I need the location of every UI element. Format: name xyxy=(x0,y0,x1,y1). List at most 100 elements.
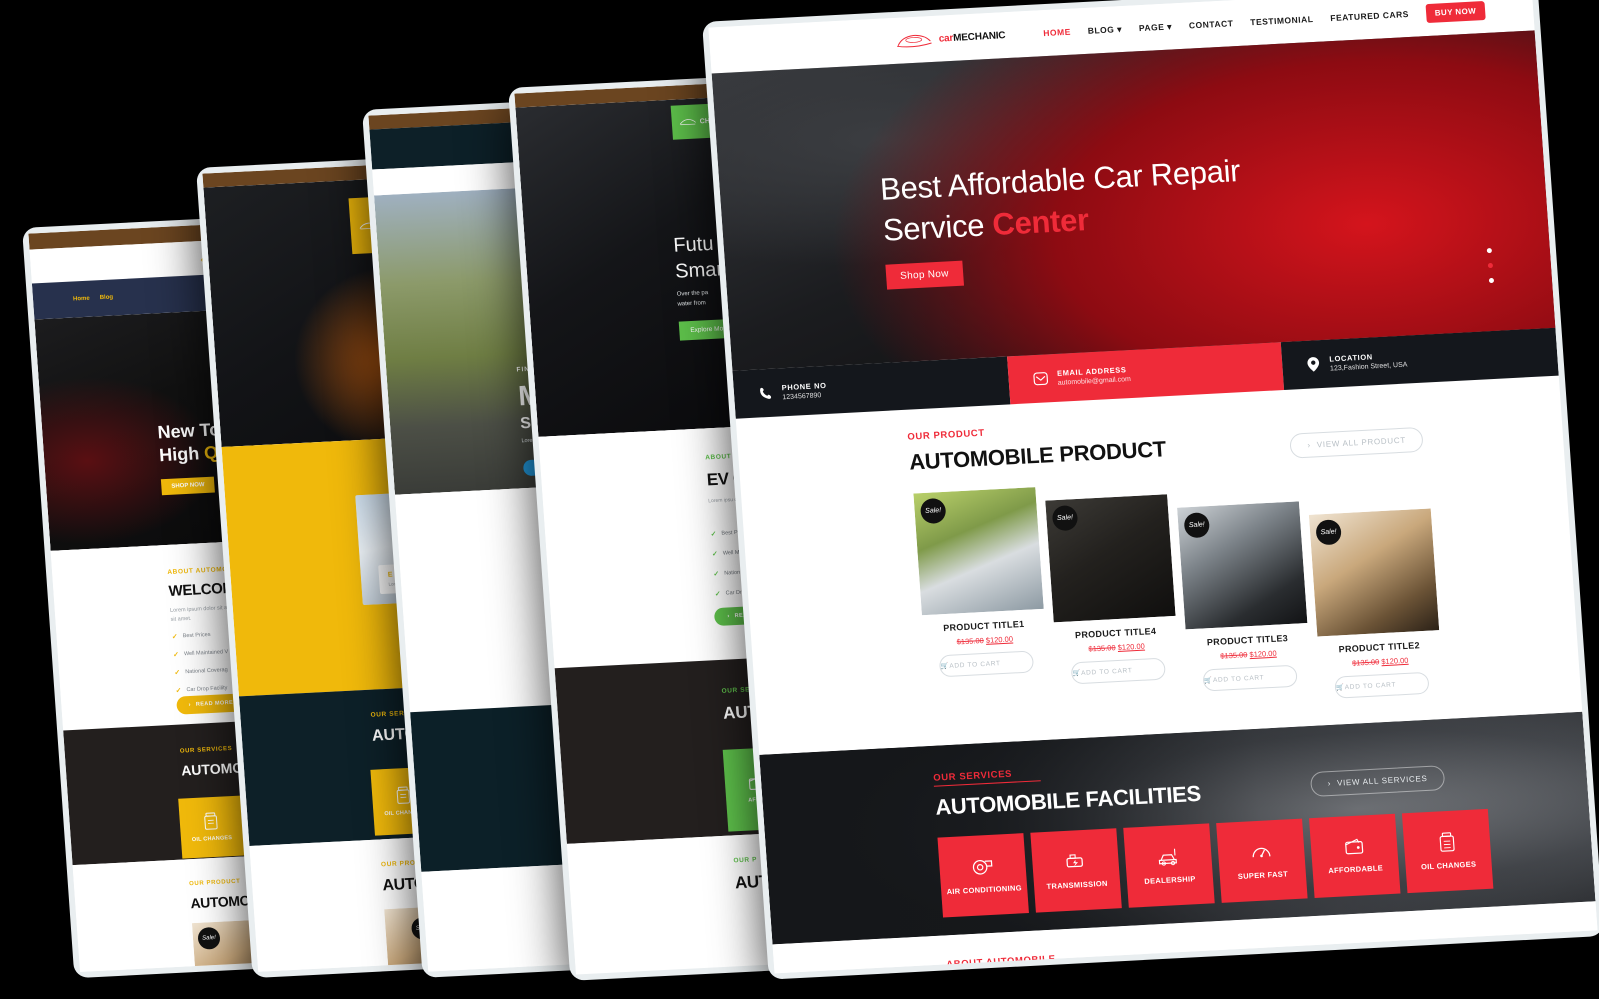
about-eyebrow: ABOUT AUTOMOBILE xyxy=(945,953,1056,971)
phone-icon xyxy=(760,387,772,399)
contact-location-value: 123,Fashion Street, USA xyxy=(1329,361,1408,373)
service-tile-label: DEALERSHIP xyxy=(1144,874,1196,886)
product-title-text: PRODUCT TITLE4 xyxy=(1074,625,1157,641)
contact-phone-value: 1234567890 xyxy=(782,392,822,402)
chevron-right-icon: › xyxy=(1327,779,1332,789)
add-to-cart-button[interactable]: 🛒ADD TO CART xyxy=(1070,657,1166,685)
wallet-icon xyxy=(1345,838,1364,855)
check-icon: ✓ xyxy=(714,590,721,599)
car-logo-icon xyxy=(679,119,696,126)
service-tile-transmission[interactable]: TRANSMISSION xyxy=(1030,828,1122,913)
hero-shop-now-button[interactable]: Shop Now xyxy=(885,260,964,290)
speedometer-icon xyxy=(1252,847,1271,858)
nav-item-page[interactable]: PAGE ▾ xyxy=(1139,21,1173,34)
back4-hero-line1: Futu xyxy=(672,232,715,257)
back1-products-eyebrow: OUR PRODUCT xyxy=(188,878,241,888)
site-logo[interactable]: carMECHANIC xyxy=(893,25,1006,52)
service-tile-label: AIR CONDITIONING xyxy=(946,883,1023,897)
nav-item-home[interactable]: HOME xyxy=(1043,27,1071,38)
back1-service-tile-label: OIL CHANGES xyxy=(191,835,233,844)
hero-banner: Best Affordable Car Repair Service Cente… xyxy=(711,30,1556,371)
product-card[interactable]: Sale! PRODUCT TITLE1 $135.00 $120.00 🛒AD… xyxy=(913,487,1051,720)
back1-service-tile-oil[interactable]: OIL CHANGES xyxy=(178,795,245,859)
product-price: $135.00 $120.00 xyxy=(924,633,1046,648)
service-tile-super-fast[interactable]: SUPER FAST xyxy=(1216,818,1308,903)
product-thumb[interactable]: Sale! xyxy=(1045,494,1176,623)
back4-feature-0: Best P xyxy=(721,529,738,537)
car-wash-icon xyxy=(1158,848,1177,866)
product-old-price: $135.00 xyxy=(1351,657,1380,668)
product-thumb[interactable]: Sale! xyxy=(1308,508,1440,637)
back1-feature-1: Well Maintained V xyxy=(183,649,229,658)
add-to-cart-label: ADD TO CART xyxy=(1080,667,1133,677)
chevron-down-icon: ▾ xyxy=(1113,23,1123,34)
product-thumb[interactable]: Sale! xyxy=(1177,501,1308,630)
product-card[interactable]: Sale! PRODUCT TITLE2 $135.00 $120.00 🛒AD… xyxy=(1308,508,1444,699)
product-thumb[interactable]: Sale! xyxy=(913,487,1044,616)
service-tile-label: TRANSMISSION xyxy=(1046,878,1108,892)
location-pin-icon xyxy=(1307,357,1320,372)
product-new-price: $120.00 xyxy=(985,634,1014,645)
check-icon: ✓ xyxy=(713,570,720,579)
chevron-down-icon: ▾ xyxy=(1163,20,1173,32)
back4-hero-body-2: water from xyxy=(677,300,707,308)
showcase-stage: AutoMOBILE Home Blog New Top High Qu SHO… xyxy=(0,0,1599,999)
product-card[interactable]: Sale! PRODUCT TITLE4 $135.00 $120.00 🛒AD… xyxy=(1045,494,1182,713)
service-tile-dealership[interactable]: DEALERSHIP xyxy=(1123,823,1215,908)
service-tile-label: SUPER FAST xyxy=(1237,869,1289,881)
back4-feature-3: Car Dr xyxy=(725,589,743,597)
back1-about-cta-label: READ MORE xyxy=(195,699,234,708)
back1-nav-home[interactable]: Home xyxy=(73,296,90,303)
back4-products-eyebrow: OUR P xyxy=(733,856,758,865)
chevron-right-icon: › xyxy=(1307,440,1312,450)
add-to-cart-label: ADD TO CART xyxy=(1212,674,1265,685)
carousel-dot-3[interactable] xyxy=(1488,277,1495,284)
back4-hero-body: Over the pa water from xyxy=(676,288,709,310)
product-title-text: PRODUCT TITLE3 xyxy=(1206,633,1289,648)
product-old-price: $135.00 xyxy=(956,636,985,647)
service-tile-affordable[interactable]: AFFORDABLE xyxy=(1309,813,1401,899)
check-icon: ✓ xyxy=(171,633,179,641)
screen-carmechanic-main[interactable]: carMECHANIC HOME BLOG ▾ PAGE ▾ CONTACT T… xyxy=(702,0,1599,980)
product-old-price: $135.00 xyxy=(1088,643,1116,654)
service-tile-air-conditioning[interactable]: AIR CONDITIONING xyxy=(937,833,1029,918)
nav-item-testimonial[interactable]: TESTIMONIAL xyxy=(1250,14,1314,27)
product-new-price: $120.00 xyxy=(1381,655,1409,667)
hero-line2-plain: Service xyxy=(881,206,994,248)
back4-feature-2: Nation xyxy=(724,569,741,577)
back1-services-eyebrow: OUR SERVICES xyxy=(179,745,233,755)
nav-item-contact[interactable]: CONTACT xyxy=(1189,18,1234,30)
back1-feature-3: Car Drop Facility xyxy=(186,685,228,694)
back4-feature-1: Well M xyxy=(722,549,740,557)
product-new-price: $120.00 xyxy=(1249,648,1277,660)
check-icon: ✓ xyxy=(172,651,180,659)
engine-bolt-icon xyxy=(1066,854,1083,868)
product-price: $135.00 $120.00 xyxy=(1055,640,1177,655)
check-icon: ✓ xyxy=(175,687,182,695)
product-title-text: PRODUCT TITLE2 xyxy=(1338,640,1421,655)
nav-item-featured-cars[interactable]: FEATURED CARS xyxy=(1330,9,1409,23)
back1-nav-blog[interactable]: Blog xyxy=(100,294,114,301)
carousel-dot-2-active[interactable] xyxy=(1487,262,1494,269)
back1-hero-cta[interactable]: SHOP NOW xyxy=(160,476,216,496)
hero-heading: Best Affordable Car Repair Service Cente… xyxy=(879,151,1245,251)
nav-item-blog[interactable]: BLOG ▾ xyxy=(1087,24,1122,37)
product-new-price: $120.00 xyxy=(1117,641,1146,652)
add-to-cart-button[interactable]: 🛒ADD TO CART xyxy=(1334,671,1430,699)
carousel-dot-1[interactable] xyxy=(1486,247,1493,254)
contact-phone-label: PHONE NO xyxy=(781,380,827,393)
add-to-cart-label: ADD TO CART xyxy=(1344,681,1397,692)
back4-services-eyebrow: OUR SE xyxy=(721,686,751,695)
add-to-cart-button[interactable]: 🛒ADD TO CART xyxy=(1202,664,1298,692)
envelope-icon xyxy=(1033,372,1048,386)
view-all-product-label: VIEW ALL PRODUCT xyxy=(1316,435,1407,450)
add-to-cart-button[interactable]: 🛒ADD TO CART xyxy=(938,650,1035,678)
product-card[interactable]: Sale! PRODUCT TITLE3 $135.00 $120.00 🛒AD… xyxy=(1177,501,1313,706)
check-icon: ✓ xyxy=(710,530,717,539)
buy-now-button[interactable]: BUY NOW xyxy=(1425,0,1486,23)
service-tile-oil-changes[interactable]: OIL CHANGES xyxy=(1401,808,1494,894)
check-icon: ✓ xyxy=(711,550,719,559)
hero-copy: Best Affordable Car Repair Service Cente… xyxy=(879,151,1247,290)
oil-can-icon xyxy=(1439,832,1455,852)
logo-prefix: car xyxy=(938,32,954,45)
